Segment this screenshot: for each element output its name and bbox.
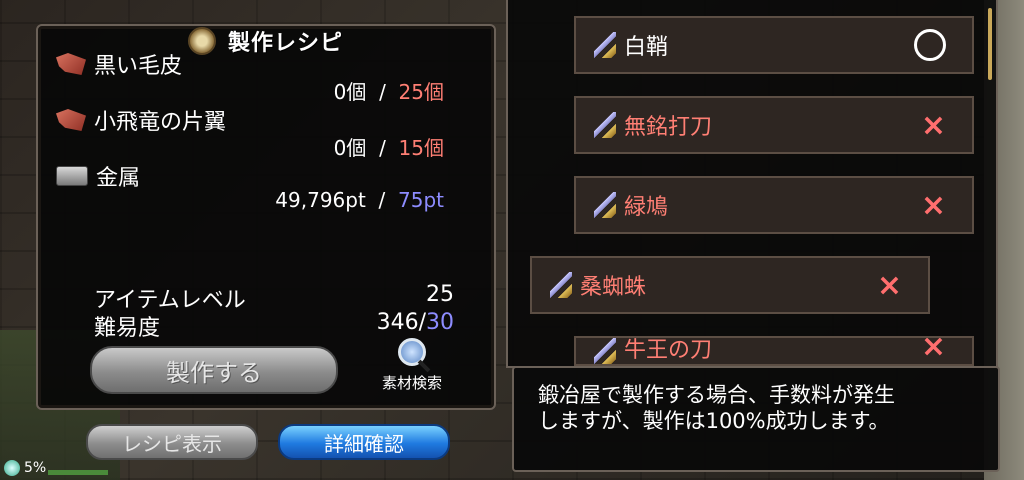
- status-percent: 5%: [24, 460, 47, 476]
- recipe-name: 桑蜘蛛: [580, 275, 647, 300]
- recipe-name: 白鞘: [624, 35, 669, 60]
- status-indicator: 5%: [4, 460, 46, 476]
- material-search-label: 素材検索: [381, 374, 442, 392]
- wing-icon: [56, 109, 86, 131]
- craft-button[interactable]: 製作する: [90, 346, 338, 394]
- craftable-circle-icon: [914, 29, 946, 61]
- status-orb-icon: [4, 460, 20, 476]
- sword-icon: [594, 338, 616, 364]
- info-line: 鍛冶屋で製作する場合、手数料が発生: [538, 383, 895, 407]
- detail-confirm-button[interactable]: 詳細確認: [278, 424, 450, 460]
- recipe-name: 牛王の刀: [624, 338, 713, 363]
- list-scrollbar[interactable]: [988, 8, 992, 80]
- material-quantity: 0個 / 15個: [333, 136, 444, 160]
- item-level-value: 25: [426, 282, 454, 307]
- material-search-button[interactable]: 素材検索: [370, 338, 454, 393]
- recipe-name: 緑鳩: [624, 195, 669, 220]
- sword-icon: [594, 32, 616, 58]
- not-craftable-cross-icon: ×: [876, 267, 902, 303]
- material-item: 黒い毛皮: [56, 48, 182, 80]
- sword-icon: [550, 272, 572, 298]
- material-name: 黒い毛皮: [94, 54, 183, 79]
- panel-title: 製作レシピ: [228, 31, 344, 56]
- info-line: しますが、製作は100%成功します。: [538, 409, 890, 433]
- recipe-display-button[interactable]: レシピ表示: [86, 424, 258, 460]
- not-craftable-cross-icon: ×: [920, 107, 946, 143]
- sword-icon: [594, 192, 616, 218]
- recipe-list-item[interactable]: 白鞘: [574, 16, 974, 74]
- recipe-list-item[interactable]: 緑鳩 ×: [574, 176, 974, 234]
- magnifier-icon: [398, 338, 426, 366]
- status-bar: [48, 470, 108, 475]
- difficulty-label: 難易度: [94, 316, 161, 341]
- recipe-list-item-selected[interactable]: 桑蜘蛛 ×: [530, 256, 930, 314]
- info-message-box: 鍛冶屋で製作する場合、手数料が発生 しますが、製作は100%成功します。: [512, 366, 1000, 472]
- material-item: 小飛竜の片翼: [56, 104, 226, 136]
- material-quantity: 0個 / 25個: [333, 80, 444, 104]
- not-craftable-cross-icon: ×: [920, 187, 946, 223]
- recipe-list-item[interactable]: 牛王の刀 ×: [574, 336, 974, 366]
- material-item: 金属: [56, 160, 140, 192]
- pelt-icon: [56, 53, 86, 75]
- recipe-name: 無銘打刀: [624, 115, 713, 140]
- recipe-list-item[interactable]: 無銘打刀 ×: [574, 96, 974, 154]
- material-quantity: 49,796pt / 75pt: [275, 188, 444, 212]
- material-name: 金属: [96, 166, 141, 191]
- sword-icon: [594, 112, 616, 138]
- not-craftable-cross-icon: ×: [920, 336, 946, 364]
- material-name: 小飛竜の片翼: [94, 110, 227, 135]
- scroll-icon: [188, 27, 216, 55]
- difficulty-value: 346/30: [376, 310, 454, 335]
- ingot-icon: [56, 166, 88, 186]
- panel-title-bar: 製作レシピ: [188, 26, 343, 56]
